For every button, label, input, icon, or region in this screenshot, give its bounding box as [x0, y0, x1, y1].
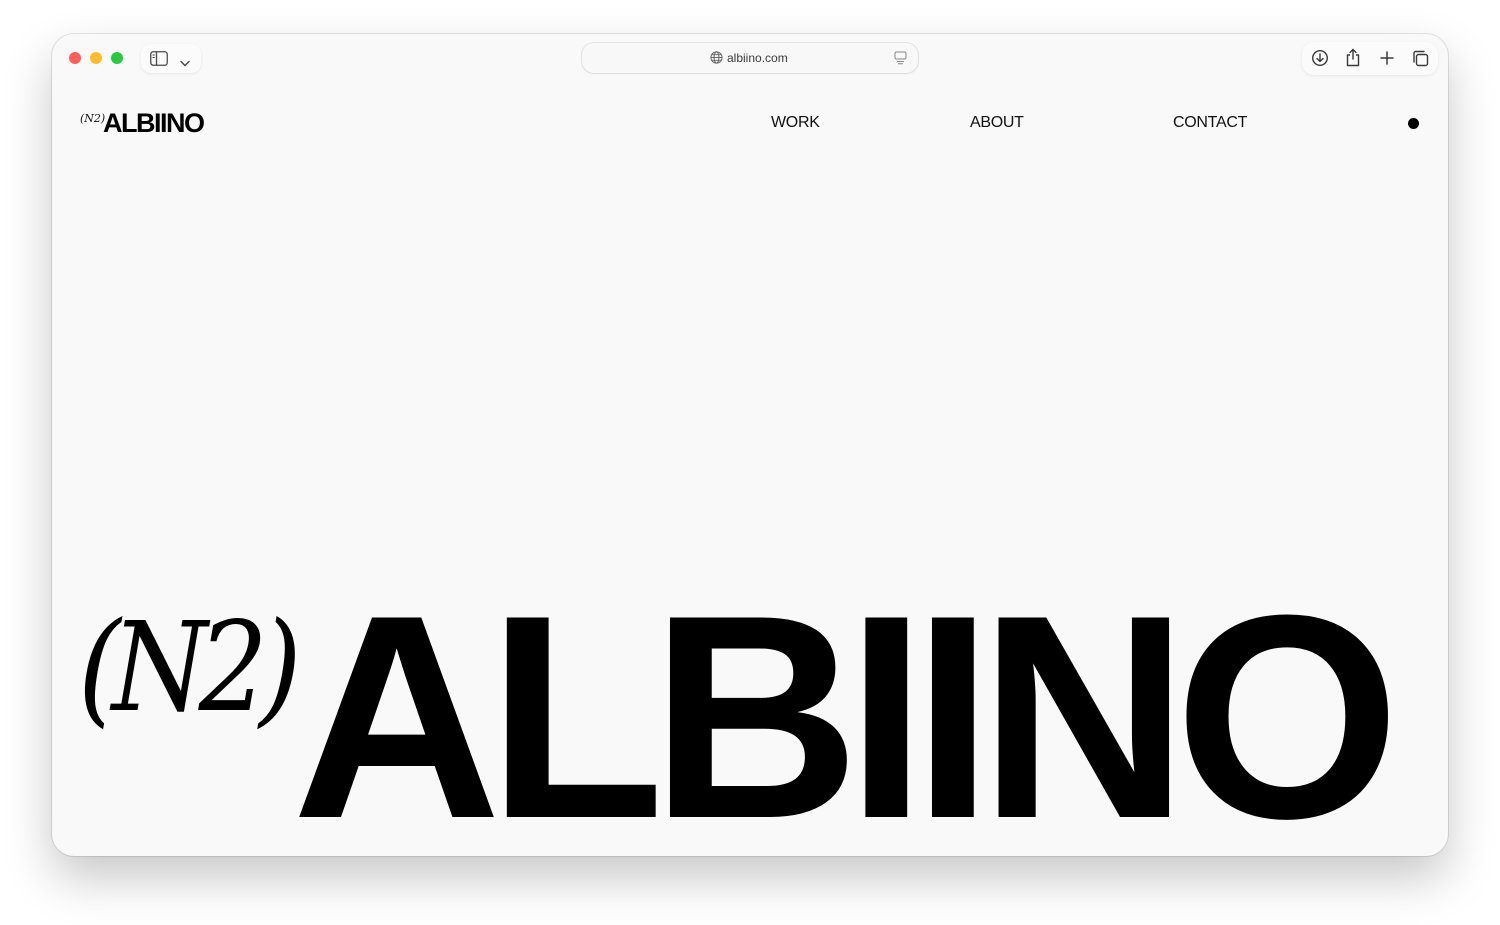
logo-prefix: (N2): [80, 112, 106, 125]
chevron-down-icon[interactable]: [180, 54, 190, 72]
toolbar-actions: [1302, 42, 1438, 75]
minimize-window-button[interactable]: [90, 52, 102, 64]
sidebar-icon[interactable]: [150, 51, 168, 71]
download-icon[interactable]: [1311, 49, 1329, 72]
reader-icon[interactable]: [894, 51, 907, 70]
hero-title: ALBIINO: [292, 555, 1400, 856]
browser-window: albiino.com (N2) ALBIINO WORK ABOUT CONT…: [52, 34, 1448, 856]
nav-about-link[interactable]: ABOUT: [970, 114, 1024, 132]
browser-toolbar: albiino.com: [52, 34, 1448, 86]
url-text[interactable]: albiino.com: [727, 51, 788, 65]
menu-dot-icon[interactable]: [1408, 118, 1419, 129]
nav-work-link[interactable]: WORK: [771, 114, 820, 132]
nav-contact-link[interactable]: CONTACT: [1173, 114, 1247, 132]
sidebar-toggle-control[interactable]: [141, 44, 201, 73]
share-icon[interactable]: [1345, 48, 1361, 72]
zoom-window-button[interactable]: [111, 52, 123, 64]
hero-prefix: (N2): [78, 596, 302, 740]
close-window-button[interactable]: [69, 52, 81, 64]
logo-name: ALBIINO: [103, 108, 205, 138]
globe-icon: [710, 51, 723, 69]
address-bar[interactable]: albiino.com: [582, 43, 918, 73]
tab-overview-icon[interactable]: [1412, 50, 1429, 72]
plus-icon[interactable]: [1380, 51, 1394, 70]
